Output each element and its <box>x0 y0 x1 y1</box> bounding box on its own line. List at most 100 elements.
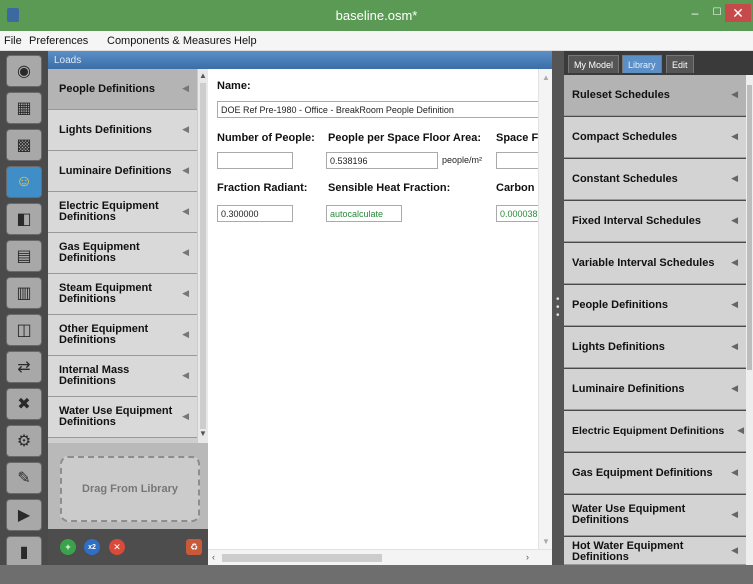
minimize-button[interactable]: – <box>684 4 706 22</box>
scroll-right-icon[interactable]: › <box>526 552 529 562</box>
loads-header: Loads <box>48 51 552 69</box>
output-variables-icon[interactable]: ⚙ <box>6 425 42 457</box>
results-icon[interactable]: ▮ <box>6 536 42 568</box>
tab-edit[interactable]: Edit <box>666 55 694 73</box>
scroll-thumb[interactable] <box>200 83 206 429</box>
bottom-toolbar: + x2 ✕ ♻ <box>48 529 208 565</box>
library-item-gas-equipment-definitions[interactable]: Gas Equipment Definitions ◀ <box>564 453 746 494</box>
fraction-radiant-label: Fraction Radiant: <box>217 182 308 194</box>
geometry-icon[interactable]: ▤ <box>6 240 42 272</box>
carbon-field[interactable]: 0.000038 <box>496 205 542 222</box>
triangle-left-icon: ◀ <box>731 544 738 555</box>
simulation-settings-icon[interactable]: ✎ <box>6 462 42 494</box>
triangle-left-icon: ◀ <box>731 257 738 267</box>
library-item-fixed-interval-schedules[interactable]: Fixed Interval Schedules ◀ <box>564 201 746 242</box>
scroll-thumb[interactable] <box>747 85 752 370</box>
hvac-icon[interactable]: ✖ <box>6 388 42 420</box>
library-item-constant-schedules[interactable]: Constant Schedules ◀ <box>564 159 746 200</box>
subtab-luminaire-definitions[interactable]: Luminaire Definitions ◀ <box>48 151 197 192</box>
triangle-left-icon: ◀ <box>182 411 189 421</box>
people-per-area-unit: people/m² <box>442 155 483 165</box>
drop-zone-area: Drag From Library <box>48 443 208 529</box>
triangle-left-icon: ◀ <box>731 467 738 477</box>
menu-bar: File Preferences Components & Measures H… <box>0 31 753 51</box>
library-item-electric-equipment-definitions[interactable]: Electric Equipment Definitions ◀ <box>564 411 746 452</box>
library-item-people-definitions[interactable]: People Definitions ◀ <box>564 285 746 326</box>
panel-splitter[interactable]: • • • <box>552 51 564 565</box>
editor-horizontal-scrollbar[interactable]: ‹ › <box>208 549 552 565</box>
library-list: Ruleset Schedules ◀ Compact Schedules ◀ Co… <box>564 75 746 565</box>
library-item-variable-interval-schedules[interactable]: Variable Interval Schedules ◀ <box>564 243 746 284</box>
status-bar <box>0 565 753 584</box>
triangle-left-icon: ◀ <box>731 383 738 393</box>
library-item-lights-definitions[interactable]: Lights Definitions ◀ <box>564 327 746 368</box>
copy-icon[interactable]: x2 <box>84 539 100 555</box>
subtab-gas-equipment-definitions[interactable]: Gas Equipment Definitions ◀ <box>48 233 197 274</box>
triangle-left-icon: ◀ <box>182 83 189 93</box>
triangle-left-icon: ◀ <box>182 329 189 339</box>
window-title: baseline.osm* <box>335 8 418 23</box>
scroll-down-icon[interactable]: ▼ <box>542 537 550 546</box>
tab-library[interactable]: Library <box>622 55 662 73</box>
triangle-left-icon: ◀ <box>731 173 738 183</box>
drag-handle-icon[interactable]: • • • <box>556 295 560 321</box>
inspector-panel: Name: DOE Ref Pre-1980 - Office - BreakR… <box>208 69 552 565</box>
facility-icon[interactable]: ▥ <box>6 277 42 309</box>
menu-file[interactable]: File <box>4 35 22 47</box>
thermal-zones-icon[interactable]: ⇄ <box>6 351 42 383</box>
subtab-other-equipment-definitions[interactable]: Other Equipment Definitions ◀ <box>48 315 197 356</box>
people-per-area-field[interactable]: 0.538196 <box>326 152 438 169</box>
editor-vertical-scrollbar[interactable]: ▲ ▼ <box>538 69 552 549</box>
drag-from-library-dropzone[interactable]: Drag From Library <box>60 456 200 522</box>
subtab-scrollbar[interactable]: ▲ ▼ <box>197 69 208 443</box>
menu-help[interactable]: Help <box>234 35 257 47</box>
site-icon[interactable]: ◉ <box>6 55 42 87</box>
close-button[interactable]: ✕ <box>725 4 751 22</box>
loads-icon[interactable]: ☺ <box>6 166 42 198</box>
scroll-thumb[interactable] <box>222 554 382 562</box>
library-item-water-use-equipment-definitions[interactable]: Water Use Equipment Definitions ◀ <box>564 495 746 536</box>
run-simulation-icon[interactable]: ▶ <box>6 499 42 531</box>
constructions-icon[interactable]: ▩ <box>6 129 42 161</box>
delete-icon[interactable]: ✕ <box>109 539 125 555</box>
fraction-radiant-field[interactable]: 0.300000 <box>217 205 293 222</box>
triangle-left-icon: ◀ <box>731 131 738 141</box>
library-item-luminaire-definitions[interactable]: Luminaire Definitions ◀ <box>564 369 746 410</box>
scroll-up-icon[interactable]: ▲ <box>199 71 207 80</box>
triangle-left-icon: ◀ <box>731 89 738 99</box>
name-field[interactable]: DOE Ref Pre-1980 - Office - BreakRoom Pe… <box>217 101 542 118</box>
space-floor-field[interactable] <box>496 152 542 169</box>
purge-icon[interactable]: ♻ <box>186 539 202 555</box>
triangle-left-icon: ◀ <box>182 247 189 257</box>
scroll-down-icon[interactable]: ▼ <box>199 429 207 438</box>
triangle-left-icon: ◀ <box>182 124 189 134</box>
spaces-icon[interactable]: ◫ <box>6 314 42 346</box>
subtab-steam-equipment-definitions[interactable]: Steam Equipment Definitions ◀ <box>48 274 197 315</box>
add-icon[interactable]: + <box>60 539 76 555</box>
people-per-area-label: People per Space Floor Area: <box>328 132 482 144</box>
library-scrollbar[interactable] <box>746 75 753 565</box>
subtab-lights-definitions[interactable]: Lights Definitions ◀ <box>48 110 197 151</box>
menu-components-measures[interactable]: Components & Measures <box>107 35 231 47</box>
scroll-up-icon[interactable]: ▲ <box>542 73 550 82</box>
triangle-left-icon: ◀ <box>731 215 738 225</box>
library-item-compact-schedules[interactable]: Compact Schedules ◀ <box>564 117 746 158</box>
space-types-icon[interactable]: ◧ <box>6 203 42 235</box>
triangle-left-icon: ◀ <box>731 509 738 519</box>
library-item-ruleset-schedules[interactable]: Ruleset Schedules ◀ <box>564 75 746 116</box>
triangle-left-icon: ◀ <box>182 370 189 380</box>
triangle-left-icon: ◀ <box>182 206 189 216</box>
sensible-heat-fraction-field[interactable]: autocalculate <box>326 205 402 222</box>
subtab-people-definitions[interactable]: People Definitions ◀ <box>48 69 197 110</box>
space-floor-label: Space Fl <box>496 132 542 144</box>
subtab-water-use-equipment-definitions[interactable]: Water Use Equipment Definitions ◀ <box>48 397 197 438</box>
schedules-icon[interactable]: ▦ <box>6 92 42 124</box>
number-of-people-field[interactable] <box>217 152 293 169</box>
subtab-electric-equipment-definitions[interactable]: Electric Equipment Definitions ◀ <box>48 192 197 233</box>
subtab-internal-mass-definitions[interactable]: Internal Mass Definitions ◀ <box>48 356 197 397</box>
library-item-hot-water-equipment-definitions[interactable]: Hot Water Equipment Definitions ◀ <box>564 537 746 565</box>
menu-preferences[interactable]: Preferences <box>29 35 88 47</box>
tab-my-model[interactable]: My Model <box>568 55 620 73</box>
name-label: Name: <box>217 80 251 92</box>
scroll-left-icon[interactable]: ‹ <box>212 552 215 562</box>
